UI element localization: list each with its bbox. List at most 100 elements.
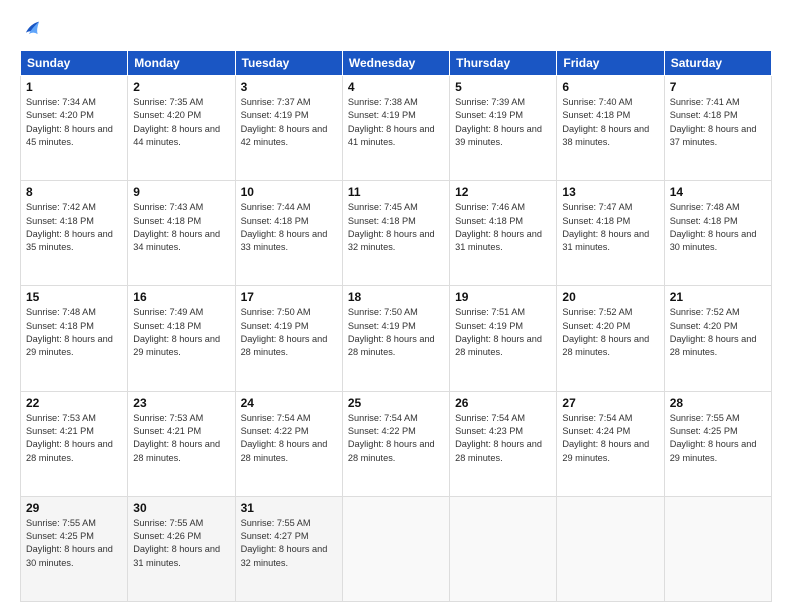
calendar-day-cell: 4 Sunrise: 7:38 AM Sunset: 4:19 PM Dayli… — [342, 76, 449, 181]
day-info: Sunrise: 7:44 AM Sunset: 4:18 PM Dayligh… — [241, 201, 337, 254]
calendar-day-cell: 10 Sunrise: 7:44 AM Sunset: 4:18 PM Dayl… — [235, 181, 342, 286]
calendar-day-cell: 23 Sunrise: 7:53 AM Sunset: 4:21 PM Dayl… — [128, 391, 235, 496]
calendar-day-cell — [664, 496, 771, 601]
day-info: Sunrise: 7:53 AM Sunset: 4:21 PM Dayligh… — [133, 412, 229, 465]
weekday-header-cell: Saturday — [664, 51, 771, 76]
calendar-day-cell — [557, 496, 664, 601]
day-number: 21 — [670, 290, 766, 304]
calendar-day-cell: 1 Sunrise: 7:34 AM Sunset: 4:20 PM Dayli… — [21, 76, 128, 181]
calendar-day-cell: 18 Sunrise: 7:50 AM Sunset: 4:19 PM Dayl… — [342, 286, 449, 391]
day-number: 23 — [133, 396, 229, 410]
day-info: Sunrise: 7:45 AM Sunset: 4:18 PM Dayligh… — [348, 201, 444, 254]
day-number: 8 — [26, 185, 122, 199]
day-info: Sunrise: 7:52 AM Sunset: 4:20 PM Dayligh… — [562, 306, 658, 359]
day-info: Sunrise: 7:46 AM Sunset: 4:18 PM Dayligh… — [455, 201, 551, 254]
day-info: Sunrise: 7:49 AM Sunset: 4:18 PM Dayligh… — [133, 306, 229, 359]
day-number: 2 — [133, 80, 229, 94]
day-number: 3 — [241, 80, 337, 94]
calendar-day-cell: 16 Sunrise: 7:49 AM Sunset: 4:18 PM Dayl… — [128, 286, 235, 391]
calendar-day-cell: 8 Sunrise: 7:42 AM Sunset: 4:18 PM Dayli… — [21, 181, 128, 286]
calendar-day-cell: 25 Sunrise: 7:54 AM Sunset: 4:22 PM Dayl… — [342, 391, 449, 496]
day-info: Sunrise: 7:54 AM Sunset: 4:24 PM Dayligh… — [562, 412, 658, 465]
calendar-day-cell: 17 Sunrise: 7:50 AM Sunset: 4:19 PM Dayl… — [235, 286, 342, 391]
day-info: Sunrise: 7:34 AM Sunset: 4:20 PM Dayligh… — [26, 96, 122, 149]
day-number: 10 — [241, 185, 337, 199]
day-info: Sunrise: 7:50 AM Sunset: 4:19 PM Dayligh… — [241, 306, 337, 359]
weekday-header-cell: Friday — [557, 51, 664, 76]
calendar-day-cell: 21 Sunrise: 7:52 AM Sunset: 4:20 PM Dayl… — [664, 286, 771, 391]
day-number: 1 — [26, 80, 122, 94]
calendar-day-cell: 9 Sunrise: 7:43 AM Sunset: 4:18 PM Dayli… — [128, 181, 235, 286]
day-info: Sunrise: 7:50 AM Sunset: 4:19 PM Dayligh… — [348, 306, 444, 359]
logo — [20, 18, 46, 40]
logo-bird-icon — [20, 18, 42, 40]
day-info: Sunrise: 7:53 AM Sunset: 4:21 PM Dayligh… — [26, 412, 122, 465]
day-number: 14 — [670, 185, 766, 199]
calendar-table: SundayMondayTuesdayWednesdayThursdayFrid… — [20, 50, 772, 602]
day-number: 31 — [241, 501, 337, 515]
calendar-day-cell: 26 Sunrise: 7:54 AM Sunset: 4:23 PM Dayl… — [450, 391, 557, 496]
day-info: Sunrise: 7:52 AM Sunset: 4:20 PM Dayligh… — [670, 306, 766, 359]
calendar-day-cell: 20 Sunrise: 7:52 AM Sunset: 4:20 PM Dayl… — [557, 286, 664, 391]
calendar-day-cell: 2 Sunrise: 7:35 AM Sunset: 4:20 PM Dayli… — [128, 76, 235, 181]
day-number: 11 — [348, 185, 444, 199]
day-number: 26 — [455, 396, 551, 410]
calendar-day-cell: 5 Sunrise: 7:39 AM Sunset: 4:19 PM Dayli… — [450, 76, 557, 181]
day-number: 29 — [26, 501, 122, 515]
calendar-day-cell: 27 Sunrise: 7:54 AM Sunset: 4:24 PM Dayl… — [557, 391, 664, 496]
calendar-day-cell — [450, 496, 557, 601]
day-number: 24 — [241, 396, 337, 410]
calendar-day-cell: 24 Sunrise: 7:54 AM Sunset: 4:22 PM Dayl… — [235, 391, 342, 496]
calendar-week-row: 29 Sunrise: 7:55 AM Sunset: 4:25 PM Dayl… — [21, 496, 772, 601]
day-number: 17 — [241, 290, 337, 304]
day-info: Sunrise: 7:37 AM Sunset: 4:19 PM Dayligh… — [241, 96, 337, 149]
calendar-day-cell: 29 Sunrise: 7:55 AM Sunset: 4:25 PM Dayl… — [21, 496, 128, 601]
weekday-header-row: SundayMondayTuesdayWednesdayThursdayFrid… — [21, 51, 772, 76]
calendar-day-cell: 6 Sunrise: 7:40 AM Sunset: 4:18 PM Dayli… — [557, 76, 664, 181]
day-info: Sunrise: 7:39 AM Sunset: 4:19 PM Dayligh… — [455, 96, 551, 149]
day-info: Sunrise: 7:48 AM Sunset: 4:18 PM Dayligh… — [670, 201, 766, 254]
calendar-day-cell: 15 Sunrise: 7:48 AM Sunset: 4:18 PM Dayl… — [21, 286, 128, 391]
day-number: 30 — [133, 501, 229, 515]
calendar-day-cell: 3 Sunrise: 7:37 AM Sunset: 4:19 PM Dayli… — [235, 76, 342, 181]
day-number: 4 — [348, 80, 444, 94]
day-info: Sunrise: 7:40 AM Sunset: 4:18 PM Dayligh… — [562, 96, 658, 149]
day-info: Sunrise: 7:48 AM Sunset: 4:18 PM Dayligh… — [26, 306, 122, 359]
day-info: Sunrise: 7:51 AM Sunset: 4:19 PM Dayligh… — [455, 306, 551, 359]
calendar-day-cell: 14 Sunrise: 7:48 AM Sunset: 4:18 PM Dayl… — [664, 181, 771, 286]
day-number: 22 — [26, 396, 122, 410]
weekday-header-cell: Thursday — [450, 51, 557, 76]
day-info: Sunrise: 7:54 AM Sunset: 4:22 PM Dayligh… — [348, 412, 444, 465]
calendar-day-cell: 13 Sunrise: 7:47 AM Sunset: 4:18 PM Dayl… — [557, 181, 664, 286]
day-info: Sunrise: 7:35 AM Sunset: 4:20 PM Dayligh… — [133, 96, 229, 149]
day-number: 27 — [562, 396, 658, 410]
calendar-day-cell: 28 Sunrise: 7:55 AM Sunset: 4:25 PM Dayl… — [664, 391, 771, 496]
day-number: 20 — [562, 290, 658, 304]
day-number: 12 — [455, 185, 551, 199]
calendar-day-cell: 19 Sunrise: 7:51 AM Sunset: 4:19 PM Dayl… — [450, 286, 557, 391]
logo-area — [20, 18, 46, 40]
day-number: 25 — [348, 396, 444, 410]
day-number: 13 — [562, 185, 658, 199]
weekday-header-cell: Sunday — [21, 51, 128, 76]
day-number: 5 — [455, 80, 551, 94]
day-info: Sunrise: 7:38 AM Sunset: 4:19 PM Dayligh… — [348, 96, 444, 149]
day-info: Sunrise: 7:54 AM Sunset: 4:22 PM Dayligh… — [241, 412, 337, 465]
day-info: Sunrise: 7:55 AM Sunset: 4:25 PM Dayligh… — [670, 412, 766, 465]
day-info: Sunrise: 7:41 AM Sunset: 4:18 PM Dayligh… — [670, 96, 766, 149]
calendar-day-cell: 30 Sunrise: 7:55 AM Sunset: 4:26 PM Dayl… — [128, 496, 235, 601]
day-number: 15 — [26, 290, 122, 304]
calendar-week-row: 22 Sunrise: 7:53 AM Sunset: 4:21 PM Dayl… — [21, 391, 772, 496]
header — [20, 18, 772, 40]
day-number: 16 — [133, 290, 229, 304]
day-info: Sunrise: 7:55 AM Sunset: 4:25 PM Dayligh… — [26, 517, 122, 570]
calendar-body: 1 Sunrise: 7:34 AM Sunset: 4:20 PM Dayli… — [21, 76, 772, 602]
day-number: 7 — [670, 80, 766, 94]
day-info: Sunrise: 7:47 AM Sunset: 4:18 PM Dayligh… — [562, 201, 658, 254]
calendar-week-row: 8 Sunrise: 7:42 AM Sunset: 4:18 PM Dayli… — [21, 181, 772, 286]
day-info: Sunrise: 7:54 AM Sunset: 4:23 PM Dayligh… — [455, 412, 551, 465]
calendar-day-cell: 11 Sunrise: 7:45 AM Sunset: 4:18 PM Dayl… — [342, 181, 449, 286]
day-info: Sunrise: 7:55 AM Sunset: 4:26 PM Dayligh… — [133, 517, 229, 570]
day-info: Sunrise: 7:55 AM Sunset: 4:27 PM Dayligh… — [241, 517, 337, 570]
weekday-header-cell: Wednesday — [342, 51, 449, 76]
